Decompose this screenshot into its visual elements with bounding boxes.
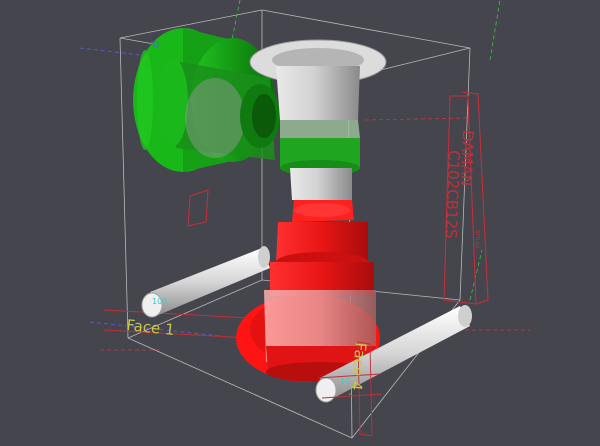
rod-left[interactable] [141, 246, 270, 318]
tag-10: 10 [340, 377, 350, 386]
red-label-small: small [473, 230, 482, 249]
red-label-bottom: C102CB12S [442, 150, 463, 239]
3d-viewport[interactable]: DAMAN small C102CB12S Face 1 Face 4 100 … [0, 0, 600, 446]
tag-id: ID [150, 39, 160, 49]
red-marker-box [187, 189, 209, 227]
scene: DAMAN small C102CB12S Face 1 Face 4 100 … [79, 0, 530, 439]
green-flange-part[interactable] [133, 28, 280, 172]
tag-100: 100 [152, 297, 167, 306]
